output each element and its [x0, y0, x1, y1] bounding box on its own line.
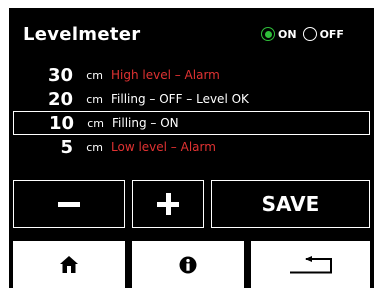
return-icon	[289, 255, 332, 273]
level-row-10[interactable]: 10 cm Filling – ON	[13, 111, 370, 135]
info-button[interactable]	[132, 241, 244, 288]
levelmeter-screen: Levelmeter ON OFF 30 cm High level – Ala…	[9, 8, 374, 288]
level-row-20[interactable]: 20 cm Filling – OFF – Level OK	[13, 87, 370, 111]
level-description: Low level – Alarm	[111, 140, 216, 154]
level-unit: cm	[86, 92, 103, 106]
plus-icon	[157, 193, 179, 215]
page-title: Levelmeter	[23, 24, 141, 45]
decrease-button[interactable]	[13, 180, 125, 228]
save-button[interactable]: SAVE	[211, 180, 370, 228]
radio-on-label: ON	[278, 27, 297, 41]
level-value: 10	[48, 112, 74, 134]
level-value: 5	[60, 136, 73, 158]
back-button[interactable]	[251, 241, 370, 288]
level-description: Filling – OFF – Level OK	[111, 92, 249, 106]
level-value: 20	[47, 88, 73, 110]
level-row-30[interactable]: 30 cm High level – Alarm	[13, 63, 370, 87]
radio-off-label: OFF	[319, 27, 344, 41]
level-row-5[interactable]: 5 cm Low level – Alarm	[13, 135, 370, 159]
level-unit: cm	[86, 140, 103, 154]
on-off-radio-group: ON OFF	[261, 27, 344, 41]
radio-selected-icon	[261, 27, 275, 41]
radio-on[interactable]: ON	[261, 27, 297, 41]
minus-icon	[58, 201, 80, 207]
level-unit: cm	[86, 68, 103, 82]
home-button[interactable]	[13, 241, 125, 288]
level-description: Filling – ON	[112, 116, 179, 130]
info-icon	[179, 256, 197, 273]
home-icon	[60, 256, 78, 273]
level-description: High level – Alarm	[111, 68, 220, 82]
level-value: 30	[47, 64, 73, 86]
radio-off[interactable]: OFF	[302, 27, 344, 41]
level-unit: cm	[87, 116, 104, 130]
radio-unselected-icon	[302, 27, 317, 41]
level-list: 30 cm High level – Alarm 20 cm Filling –…	[13, 63, 370, 159]
increase-button[interactable]	[132, 180, 204, 228]
